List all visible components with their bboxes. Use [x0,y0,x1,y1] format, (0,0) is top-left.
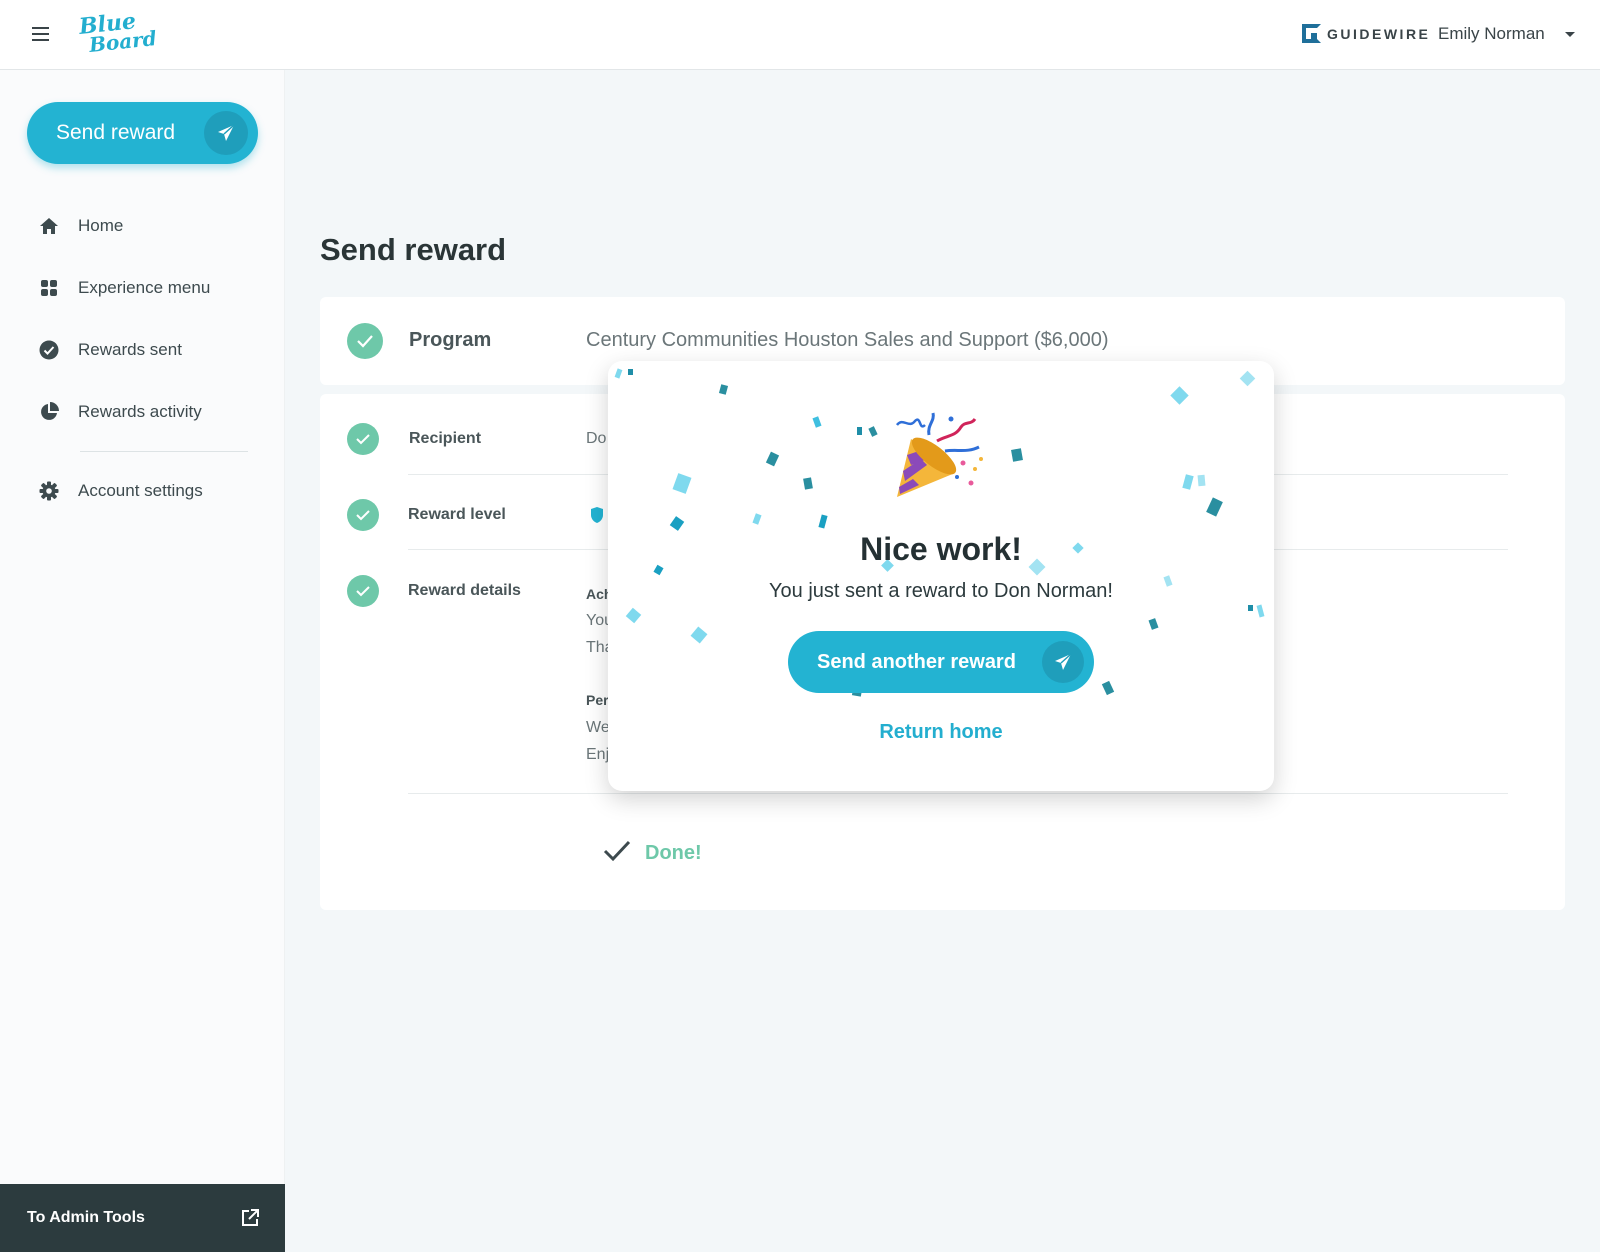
caret-down-icon [1564,31,1575,37]
company-logo-text: GUIDEWIRE [1327,25,1431,42]
sidebar-item-rewards-sent[interactable]: Rewards sent [0,319,285,381]
confetti-piece [628,369,633,375]
confetti-piece [1206,497,1223,517]
done-label: Done! [645,842,702,864]
confetti-piece [1148,618,1159,630]
return-home-link[interactable]: Return home [608,721,1274,744]
confetti-piece [818,514,828,529]
recipient-label: Recipient [409,430,482,447]
check-icon [347,499,379,531]
confetti-piece [868,426,878,437]
modal-message: You just sent a reward to Don Norman! [769,580,1113,602]
sidebar-item-label: Rewards sent [78,340,182,359]
page-title: Send reward [320,232,507,267]
send-another-reward-button[interactable]: Send another reward [788,631,1094,693]
details-line: Enj [586,746,610,763]
sidebar-item-experience-menu[interactable]: Experience menu [0,257,285,319]
menu-icon[interactable] [32,27,49,41]
reward-level-label: Reward level [408,506,506,523]
gear-icon [39,481,59,501]
send-another-reward-label: Send another reward [817,650,1016,673]
confetti-piece [669,516,685,531]
recipient-value: Do [586,430,607,447]
check-circle-icon [39,340,59,360]
modal-title: Nice work! [860,531,1022,567]
send-reward-button[interactable]: Send reward [27,102,258,164]
confetti-piece [1197,474,1206,487]
guidewire-mark-icon [1302,24,1321,43]
confetti-piece [1239,370,1256,387]
home-icon [39,216,59,236]
details-line: We [586,719,610,736]
external-link-icon [241,1209,259,1232]
sidebar-divider [80,451,248,452]
done-indicator: Done! [603,840,702,867]
confetti-piece [812,416,822,428]
sidebar-item-account-settings[interactable]: Account settings [0,460,285,522]
pie-chart-icon [39,402,59,422]
check-icon [347,323,383,359]
confetti-piece [765,451,780,467]
paper-plane-icon [1042,641,1084,683]
sidebar-item-home[interactable]: Home [0,195,285,257]
admin-tools-label: To Admin Tools [27,1209,145,1226]
check-icon [347,575,379,607]
success-modal: Nice work! You just sent a reward to Don… [608,361,1274,791]
details-heading: Per [586,692,609,708]
blueboard-logo[interactable]: Blue Board [78,8,158,58]
paper-plane-icon [204,111,248,155]
confetti-piece [1248,605,1253,611]
sidebar-nav: Home Experience menu Rewards sent Reward… [0,195,285,522]
send-reward-button-label: Send reward [56,121,176,144]
reward-details-label: Reward details [408,582,521,599]
step-divider [408,793,1508,794]
confetti-piece [718,384,729,395]
user-name: Emily Norman [1438,24,1545,43]
check-icon [347,423,379,455]
confetti-piece [672,473,692,494]
shield-icon [590,506,604,529]
confetti-piece [614,368,623,379]
top-bar: Blue Board GUIDEWIRE Emily Norman [0,0,1600,70]
sidebar: Send reward Home Experience menu Rewards… [0,70,285,1252]
user-menu[interactable]: Emily Norman [1438,24,1575,44]
checkmark-icon [603,840,631,867]
sidebar-item-label: Home [78,216,124,235]
confetti-piece [1170,386,1189,405]
company-logo: GUIDEWIRE [1302,24,1430,43]
confetti-piece [803,477,813,490]
confetti-piece [857,427,862,435]
grid-icon [39,278,59,298]
party-popper-icon [891,411,987,506]
confetti-piece [690,626,708,644]
confetti-piece [1182,474,1194,490]
sidebar-item-label: Account settings [78,481,203,500]
confetti-piece [1256,604,1265,618]
program-value: Century Communities Houston Sales and Su… [586,329,1109,351]
confetti-piece [1101,680,1115,696]
sidebar-item-label: Experience menu [78,278,211,297]
logo-line-2: Board [87,26,158,58]
program-label: Program [409,329,492,351]
confetti-piece [625,607,642,624]
sidebar-item-rewards-activity[interactable]: Rewards activity [0,381,285,443]
sidebar-item-label: Rewards activity [78,402,202,421]
admin-tools-link[interactable]: To Admin Tools [0,1184,285,1252]
confetti-piece [1011,448,1023,462]
confetti-piece [752,513,762,525]
